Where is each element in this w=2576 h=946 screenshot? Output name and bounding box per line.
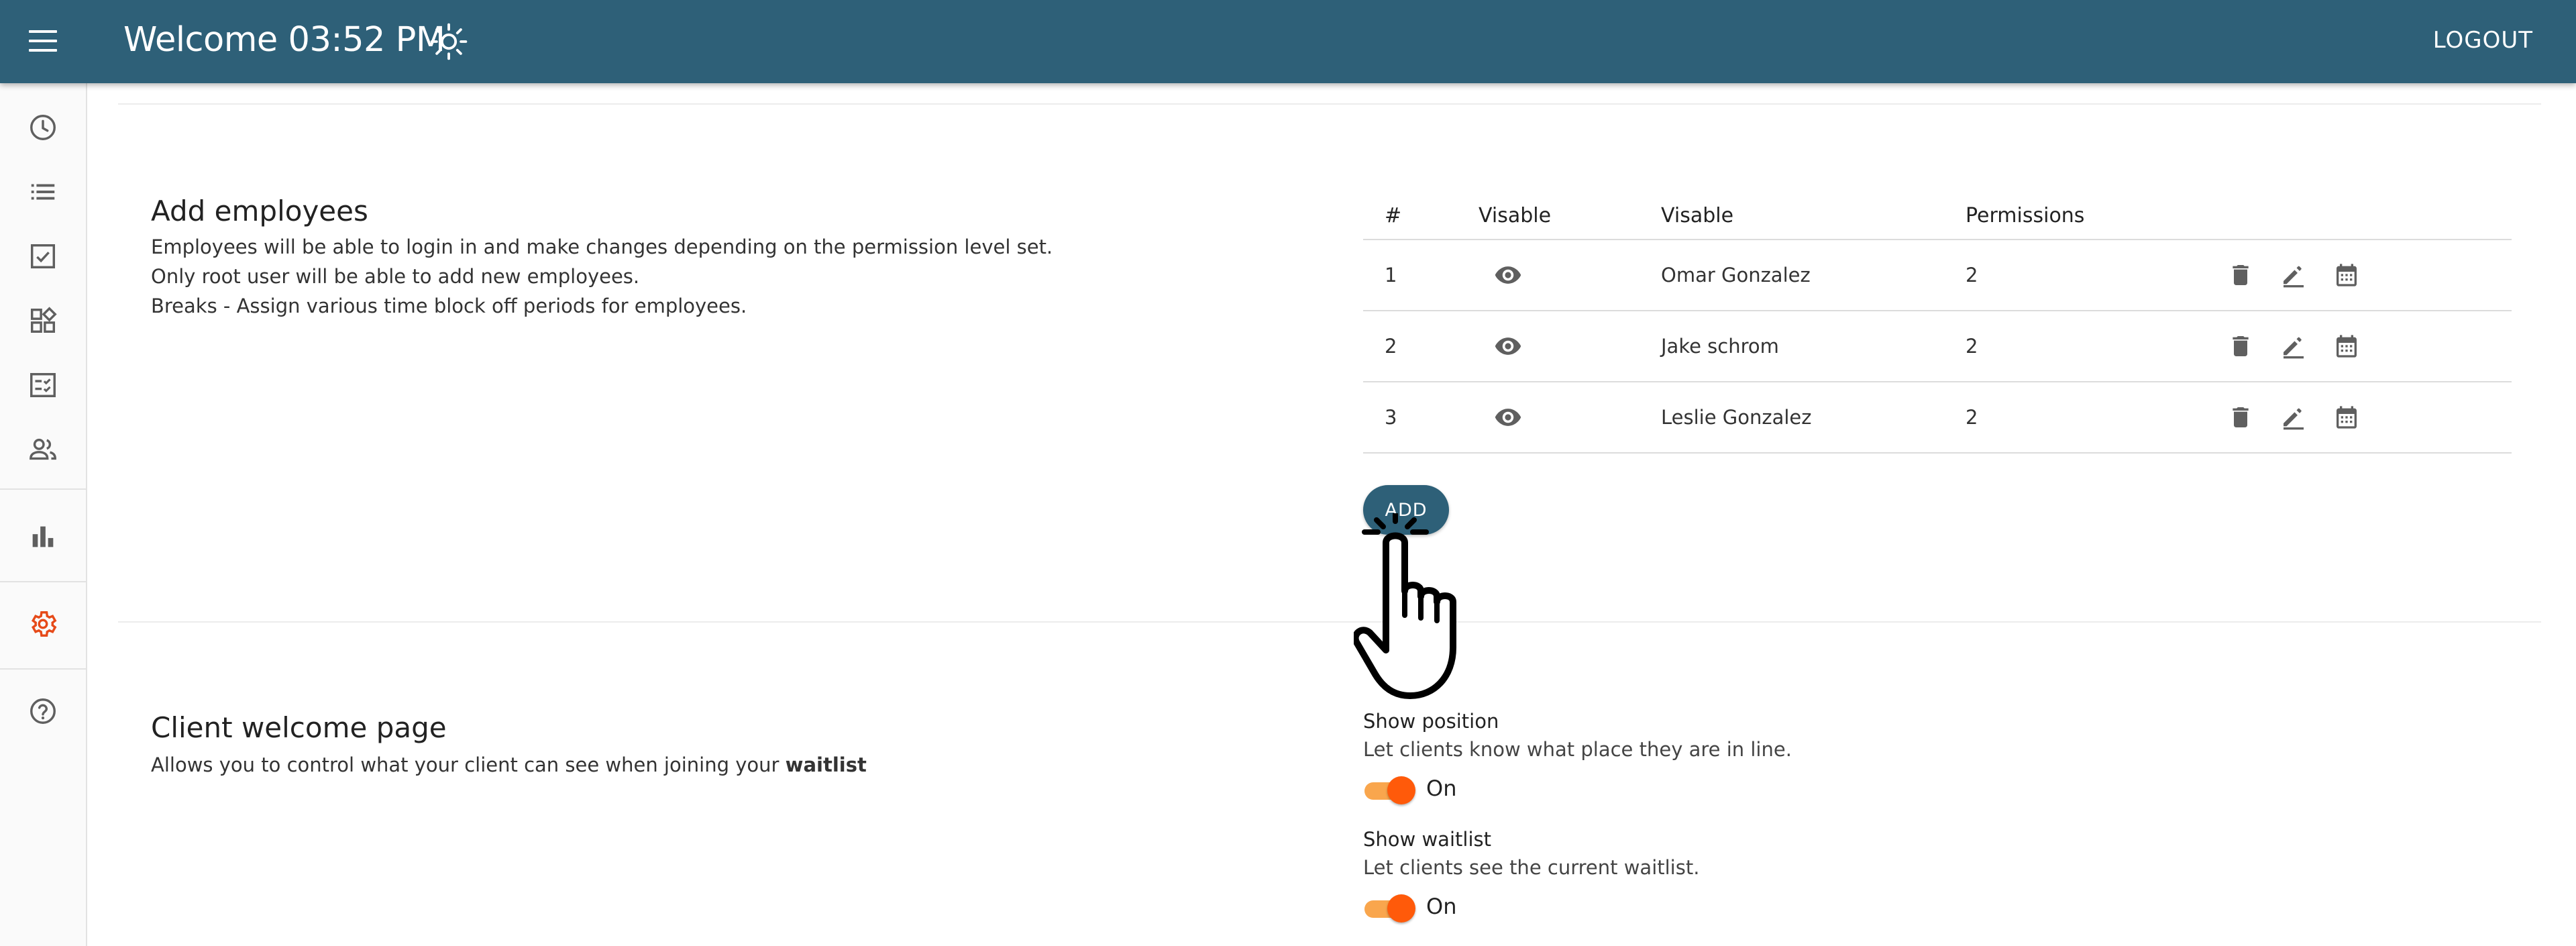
- description-bold-text: waitlist: [785, 753, 867, 776]
- description-line: Only root user will be able to add new e…: [151, 265, 640, 288]
- help-icon: [30, 698, 56, 724]
- calendar-icon[interactable]: [2333, 404, 2360, 431]
- checkbox-icon: [30, 244, 56, 269]
- column-header-number: #: [1363, 192, 1479, 240]
- column-header-actions: [2227, 192, 2512, 240]
- option-title: Show waitlist: [1363, 828, 1491, 851]
- welcome-title: Welcome 03:52 PM: [123, 20, 445, 60]
- show-waitlist-toggle[interactable]: [1363, 891, 1418, 925]
- toggle-state-label: On: [1426, 776, 1457, 801]
- eye-icon[interactable]: [1493, 403, 1523, 432]
- employees-table: # Visable Visable Permissions 1 Omar Gon…: [1363, 192, 2512, 454]
- eye-icon[interactable]: [1493, 260, 1523, 290]
- description-line: Breaks - Assign various time block off p…: [151, 295, 747, 317]
- edit-icon[interactable]: [2280, 333, 2307, 360]
- sidebar-item-widgets[interactable]: [0, 288, 86, 353]
- widgets-icon: [30, 307, 57, 333]
- column-header-visible: Visable: [1479, 192, 1661, 240]
- row-number: 1: [1363, 240, 1479, 311]
- sidebar-item-clock[interactable]: [0, 95, 86, 160]
- table-row: 2 Jake schrom 2: [1363, 311, 2512, 382]
- option-title: Show position: [1363, 710, 1499, 733]
- row-number: 3: [1363, 382, 1479, 454]
- calendar-icon[interactable]: [2333, 262, 2360, 288]
- table-row: 3 Leslie Gonzalez 2: [1363, 382, 2512, 454]
- sidebar-item-settings[interactable]: [0, 592, 86, 656]
- show-position-toggle[interactable]: [1363, 773, 1418, 806]
- people-icon: [30, 438, 56, 460]
- sidebar-item-help[interactable]: [0, 679, 86, 743]
- hand-pointer-icon: [1354, 513, 1456, 699]
- clock-icon: [30, 115, 56, 140]
- option-description: Let clients see the current waitlist.: [1363, 856, 1700, 879]
- employee-permissions: 2: [1966, 240, 2227, 311]
- list-icon: [31, 184, 55, 200]
- client-section-title: Client welcome page: [151, 711, 447, 744]
- sun-icon[interactable]: [429, 22, 468, 61]
- option-description: Let clients know what place they are in …: [1363, 738, 1792, 761]
- employee-name: Jake schrom: [1661, 311, 1966, 382]
- table-row: 1 Omar Gonzalez 2: [1363, 240, 2512, 311]
- toggle-state-label: On: [1426, 894, 1457, 919]
- employee-permissions: 2: [1966, 311, 2227, 382]
- calendar-icon[interactable]: [2333, 333, 2360, 360]
- checklist-icon: [30, 372, 56, 398]
- table-header-row: # Visable Visable Permissions: [1363, 192, 2512, 240]
- employees-description: Employees will be able to login in and m…: [151, 232, 1053, 321]
- client-description: Allows you to control what your client c…: [151, 750, 867, 780]
- sidebar-item-analytics[interactable]: [0, 505, 86, 569]
- employee-permissions: 2: [1966, 382, 2227, 454]
- sidebar-item-tasks[interactable]: [0, 224, 86, 288]
- settings-icon: [31, 611, 57, 637]
- column-header-permissions: Permissions: [1966, 192, 2227, 240]
- delete-icon[interactable]: [2227, 333, 2254, 360]
- sidebar-item-people[interactable]: [0, 417, 86, 482]
- edit-icon[interactable]: [2280, 404, 2307, 431]
- bar-chart-icon: [32, 526, 54, 547]
- sidebar: [0, 83, 87, 946]
- sidebar-item-list[interactable]: [0, 160, 86, 224]
- sidebar-item-checklist[interactable]: [0, 353, 86, 417]
- logout-button[interactable]: LOGOUT: [2433, 27, 2533, 54]
- employee-name: Omar Gonzalez: [1661, 240, 1966, 311]
- row-number: 2: [1363, 311, 1479, 382]
- description-line: Employees will be able to login in and m…: [151, 235, 1053, 258]
- description-text: Allows you to control what your client c…: [151, 753, 786, 776]
- employees-section-title: Add employees: [151, 195, 368, 227]
- divider: [118, 621, 2541, 623]
- column-header-name: Visable: [1661, 192, 1966, 240]
- employee-name: Leslie Gonzalez: [1661, 382, 1966, 454]
- top-app-bar: Welcome 03:52 PM LOGOUT: [0, 0, 2576, 83]
- delete-icon[interactable]: [2227, 404, 2254, 431]
- divider: [118, 103, 2541, 105]
- eye-icon[interactable]: [1493, 331, 1523, 361]
- delete-icon[interactable]: [2227, 262, 2254, 288]
- menu-icon[interactable]: [29, 30, 57, 52]
- edit-icon[interactable]: [2280, 262, 2307, 288]
